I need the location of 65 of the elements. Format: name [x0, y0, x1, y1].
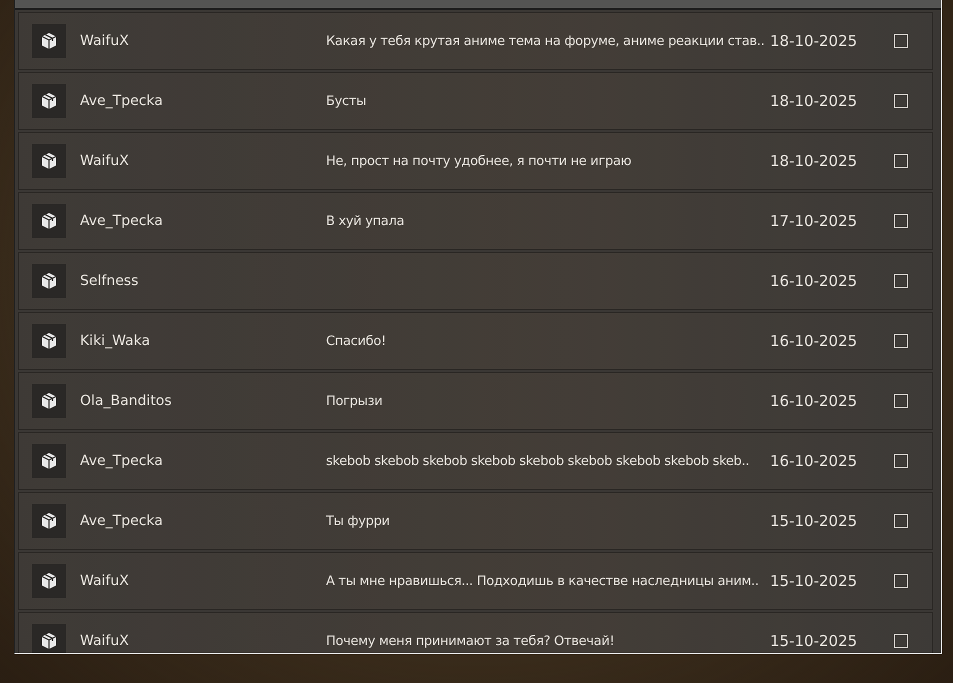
message-row[interactable]: WaifuX Какая у тебя крутая аниме тема на форуме, аниме реакции став.. 18-10-2025: [18, 12, 933, 70]
message-row[interactable]: Kiki_Waka Спасибо! 16-10-2025: [18, 312, 933, 370]
message-date: 15-10-2025: [770, 512, 858, 530]
message-date: 16-10-2025: [770, 272, 858, 290]
box-icon: [40, 632, 58, 650]
message-row[interactable]: Ave_Трecka Бусты 18-10-2025: [18, 72, 933, 130]
sender-name: WaifuX: [80, 573, 130, 589]
select-checkbox[interactable]: [894, 274, 908, 288]
box-icon: [40, 92, 58, 110]
sender-name: WaifuX: [80, 33, 130, 49]
message-preview: Ты фурри: [326, 514, 391, 528]
message-date: 18-10-2025: [770, 152, 858, 170]
message-date: 17-10-2025: [770, 212, 858, 230]
message-preview: Не, прост на почту удобнее, я почти не играю: [326, 154, 632, 168]
sender-name: Kiki_Waka: [80, 333, 152, 349]
sender-name: WaifuX: [80, 633, 130, 649]
sender-name: Ave_Трecka: [80, 213, 164, 229]
message-row[interactable]: WaifuX Не, прост на почту удобнее, я почти не играю 18-10-2025: [18, 132, 933, 190]
select-checkbox[interactable]: [894, 394, 908, 408]
box-icon: [40, 212, 58, 230]
message-preview: Спасибо!: [326, 334, 387, 348]
message-row[interactable]: Ave_Трecka Ты фурри 15-10-2025: [18, 492, 933, 550]
sender-name: Ave_Трecka: [80, 93, 164, 109]
select-checkbox[interactable]: [894, 154, 908, 168]
select-checkbox[interactable]: [894, 94, 908, 108]
box-icon: [40, 452, 58, 470]
sender-name: Ave_Трecka: [80, 453, 164, 469]
message-preview: skebob skebob skebob skebob skebob skebob skebob skebob skeb..: [326, 454, 750, 468]
message-date: 16-10-2025: [770, 452, 858, 470]
message-row[interactable]: Ola_Banditos Погрызи 16-10-2025: [18, 372, 933, 430]
box-icon: [40, 272, 58, 290]
box-icon: [40, 152, 58, 170]
message-date: 18-10-2025: [770, 92, 858, 110]
select-checkbox[interactable]: [894, 634, 908, 648]
select-checkbox[interactable]: [894, 214, 908, 228]
message-date: 18-10-2025: [770, 32, 858, 50]
sender-name: Ave_Трecka: [80, 513, 164, 529]
select-checkbox[interactable]: [894, 34, 908, 48]
sender-name: WaifuX: [80, 153, 130, 169]
box-icon: [40, 392, 58, 410]
message-row[interactable]: WaifuX А ты мне нравишься... Подходишь в качестве наследницы аним.. 15-10-2025: [18, 552, 933, 610]
sender-name: Selfness: [80, 273, 140, 289]
message-preview: Какая у тебя крутая аниме тема на форуме, аниме реакции став..: [326, 34, 764, 48]
box-icon: [40, 512, 58, 530]
select-checkbox[interactable]: [894, 454, 908, 468]
select-checkbox[interactable]: [894, 574, 908, 588]
message-preview: Погрызи: [326, 394, 384, 408]
message-preview: Бусты: [326, 94, 368, 108]
message-row[interactable]: WaifuX Почему меня принимают за тебя? Отвечай! 15-10-2025: [18, 612, 933, 653]
message-date: 15-10-2025: [770, 632, 858, 650]
select-checkbox[interactable]: [894, 334, 908, 348]
message-date: 16-10-2025: [770, 392, 858, 410]
message-row[interactable]: Ave_Трecka В хуй упала 17-10-2025: [18, 192, 933, 250]
message-row[interactable]: Selfness 16-10-2025: [18, 252, 933, 310]
message-date: 16-10-2025: [770, 332, 858, 350]
message-row[interactable]: Ave_Трecka skebob skebob skebob skebob skebob skebob skebob skebob skeb.. 16-10-2025: [18, 432, 933, 490]
message-preview: В хуй упала: [326, 214, 406, 228]
message-preview: Почему меня принимают за тебя? Отвечай!: [326, 634, 616, 648]
message-preview: А ты мне нравишься... Подходишь в качестве наследницы аним..: [326, 574, 760, 588]
box-icon: [40, 332, 58, 350]
sender-name: Ola_Banditos: [80, 393, 173, 409]
box-icon: [40, 32, 58, 50]
box-icon: [40, 572, 58, 590]
select-checkbox[interactable]: [894, 514, 908, 528]
message-date: 15-10-2025: [770, 572, 858, 590]
